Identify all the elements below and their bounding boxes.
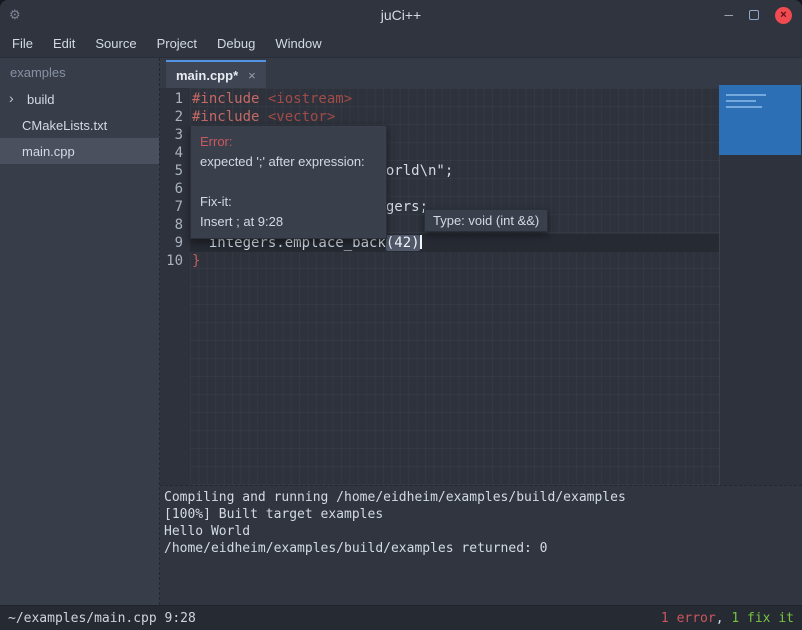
menu-item-debug[interactable]: Debug: [207, 32, 265, 55]
status-error-count: 1 error: [661, 611, 716, 626]
tree-item-cmakelists-txt[interactable]: CMakeLists.txt: [0, 112, 159, 138]
close-button[interactable]: ×: [775, 7, 792, 24]
line-number: 4: [160, 144, 190, 162]
window-controls: ─ ×: [724, 0, 792, 30]
minimize-button[interactable]: ─: [724, 10, 733, 20]
overview-thumbnail: [719, 85, 801, 155]
code-line-2[interactable]: #include <vector>: [190, 108, 719, 126]
line-number: 8: [160, 216, 190, 234]
tab-main-cpp[interactable]: main.cpp* ×: [166, 60, 266, 88]
fixit-text: Insert ; at 9:28: [200, 212, 377, 232]
tree-item-label: CMakeLists.txt: [22, 118, 107, 133]
error-tooltip: Error: expected ';' after expression: Fi…: [190, 125, 387, 239]
code-token: (42): [386, 235, 420, 251]
file-sidebar: examples › build CMakeLists.txt main.cpp: [0, 58, 160, 605]
app-window: ⚙ juCi++ ─ × FileEditSourceProjectDebugW…: [0, 0, 802, 630]
overview-line: [726, 100, 756, 102]
menu-item-window[interactable]: Window: [265, 32, 331, 55]
code-token: #include: [192, 109, 268, 125]
overview-line: [726, 94, 766, 96]
line-number: 3: [160, 126, 190, 144]
menu-item-source[interactable]: Source: [85, 32, 146, 55]
line-number: 7: [160, 198, 190, 216]
terminal-line: Hello World: [164, 523, 798, 540]
tree-item-main-cpp[interactable]: main.cpp: [0, 138, 159, 164]
status-separator: ,: [716, 611, 732, 626]
line-number: 9: [160, 234, 190, 252]
status-file-location: ~/examples/main.cpp 9:28: [8, 611, 196, 626]
error-tooltip-message: expected ';' after expression:: [200, 152, 377, 172]
code-token: <iostream>: [268, 91, 352, 107]
code-area[interactable]: #include <iostream>#include <vector>int …: [190, 88, 720, 485]
menu-item-edit[interactable]: Edit: [43, 32, 85, 55]
code-token: }: [192, 253, 200, 269]
line-number: 6: [160, 180, 190, 198]
code-token: <vector>: [268, 109, 335, 125]
code-editor[interactable]: 12345678910 #include <iostream>#include …: [160, 88, 802, 485]
tree-item-label: build: [27, 92, 54, 107]
text-cursor: [420, 235, 422, 249]
project-name: examples: [0, 58, 159, 86]
type-tooltip: Type: void (int &&): [424, 209, 548, 232]
terminal-line: /home/eidheim/examples/build/examples re…: [164, 540, 798, 557]
tab-label: main.cpp*: [176, 68, 238, 83]
terminal-line: Compiling and running /home/eidheim/exam…: [164, 489, 798, 506]
chevron-right-icon: ›: [9, 90, 14, 106]
error-tooltip-title: Error:: [200, 132, 377, 152]
file-tree: › build CMakeLists.txt main.cpp: [0, 86, 159, 164]
line-number: 1: [160, 90, 190, 108]
editor-pane: main.cpp* × 12345678910 #include <iostre…: [160, 58, 802, 605]
terminal-line: [100%] Built target examples: [164, 506, 798, 523]
line-number: 5: [160, 162, 190, 180]
code-token: #include: [192, 91, 268, 107]
menu-bar: FileEditSourceProjectDebugWindow: [0, 30, 802, 58]
overview-line: [726, 106, 762, 108]
tab-close-icon[interactable]: ×: [248, 68, 256, 83]
line-number-gutter: 12345678910: [160, 88, 190, 485]
line-number: 2: [160, 108, 190, 126]
terminal-output[interactable]: Compiling and running /home/eidheim/exam…: [160, 485, 802, 605]
tree-item-label: main.cpp: [22, 144, 75, 159]
error-tooltip-spacer: [200, 172, 377, 192]
menu-item-file[interactable]: File: [2, 32, 43, 55]
tree-item-build[interactable]: › build: [0, 86, 159, 112]
line-number: 10: [160, 252, 190, 270]
title-bar[interactable]: ⚙ juCi++ ─ ×: [0, 0, 802, 30]
code-line-10[interactable]: }: [190, 252, 719, 270]
window-title: juCi++: [0, 7, 802, 23]
main-area: examples › build CMakeLists.txt main.cpp ma…: [0, 58, 802, 605]
tab-bar: main.cpp* ×: [160, 58, 802, 88]
code-line-1[interactable]: #include <iostream>: [190, 90, 719, 108]
status-fixit-count: 1 fix it: [731, 611, 794, 626]
fixit-label: Fix-it:: [200, 192, 377, 212]
status-bar: ~/examples/main.cpp 9:28 1 error, 1 fix …: [0, 605, 802, 630]
status-diagnostics: 1 error, 1 fix it: [661, 611, 794, 626]
menu-item-project[interactable]: Project: [147, 32, 207, 55]
maximize-button[interactable]: [749, 10, 759, 20]
